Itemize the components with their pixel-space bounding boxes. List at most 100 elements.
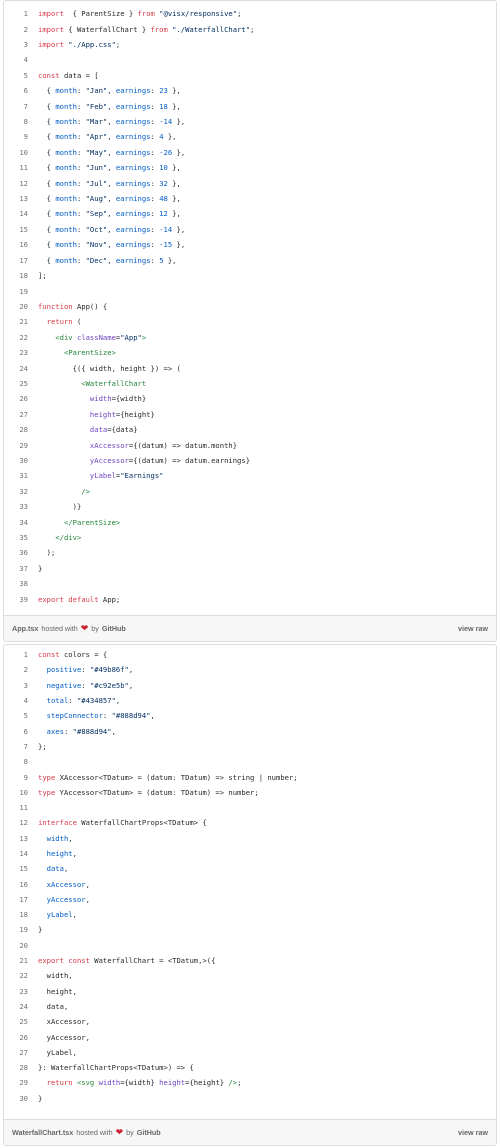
- github-link[interactable]: GitHub: [102, 624, 126, 633]
- line-number[interactable]: 11: [4, 803, 28, 812]
- line-number[interactable]: 39: [4, 595, 28, 604]
- line-number[interactable]: 16: [4, 880, 28, 889]
- line-number[interactable]: 26: [4, 394, 28, 403]
- github-link[interactable]: GitHub: [137, 1128, 161, 1137]
- code-token: },: [167, 163, 181, 173]
- gist-filename-link[interactable]: WaterfallChart.tsx: [12, 1128, 73, 1137]
- line-number[interactable]: 5: [4, 71, 28, 80]
- line-number[interactable]: 14: [4, 209, 28, 218]
- line-number[interactable]: 33: [4, 502, 28, 511]
- line-number[interactable]: 25: [4, 1017, 28, 1026]
- line-number[interactable]: 8: [4, 117, 28, 126]
- line-number[interactable]: 26: [4, 1033, 28, 1042]
- line-number[interactable]: 3: [4, 681, 28, 690]
- line-number[interactable]: 37: [4, 564, 28, 573]
- code-token: earnings: [115, 163, 151, 173]
- line-number[interactable]: 18: [4, 271, 28, 280]
- code-token: month: [55, 86, 77, 96]
- line-code: )}: [28, 502, 82, 511]
- line-code: total: "#434857",: [28, 696, 121, 705]
- line-number[interactable]: 30: [4, 456, 28, 465]
- line-number[interactable]: 24: [4, 1002, 28, 1011]
- code-token: :: [76, 240, 86, 250]
- code-token: 23: [159, 86, 168, 96]
- line-code: const colors = {: [28, 650, 107, 659]
- line-number[interactable]: 36: [4, 548, 28, 557]
- line-number[interactable]: 27: [4, 410, 28, 419]
- line-number[interactable]: 13: [4, 834, 28, 843]
- line-number[interactable]: 6: [4, 86, 28, 95]
- line-number[interactable]: 7: [4, 742, 28, 751]
- line-number[interactable]: 19: [4, 287, 28, 296]
- line-number[interactable]: 5: [4, 711, 28, 720]
- code-block: 1 import { ParentSize } from "@visx/respo…: [4, 1, 496, 607]
- line-number[interactable]: 2: [4, 665, 28, 674]
- code-token: xAccessor,: [38, 1017, 90, 1027]
- gist-filename-link[interactable]: App.tsx: [12, 624, 38, 633]
- code-token: YAccessor<TDatum> = (datum: TDatum) => n…: [55, 787, 259, 797]
- line-number[interactable]: 30: [4, 1094, 28, 1103]
- line-number[interactable]: 15: [4, 864, 28, 873]
- gist-app-tsx: 1 import { ParentSize } from "@visx/respo…: [3, 0, 497, 642]
- line-number[interactable]: 9: [4, 773, 28, 782]
- line-number[interactable]: 29: [4, 441, 28, 450]
- line-number[interactable]: 22: [4, 333, 28, 342]
- line-number[interactable]: 11: [4, 163, 28, 172]
- line-number[interactable]: 7: [4, 102, 28, 111]
- line-number[interactable]: 10: [4, 148, 28, 157]
- line-number[interactable]: 12: [4, 179, 28, 188]
- code-token: :: [81, 665, 90, 675]
- line-number[interactable]: 12: [4, 818, 28, 827]
- code-line: 14 { month: "Sep", earnings: 12 },: [4, 206, 496, 221]
- line-number[interactable]: 17: [4, 895, 28, 904]
- code-token: month: [55, 101, 77, 111]
- line-number[interactable]: 15: [4, 225, 28, 234]
- line-number[interactable]: 9: [4, 132, 28, 141]
- code-token: yAccessor,: [38, 1032, 90, 1042]
- line-number[interactable]: 32: [4, 487, 28, 496]
- line-number[interactable]: 13: [4, 194, 28, 203]
- line-number[interactable]: 4: [4, 55, 28, 64]
- line-number[interactable]: 31: [4, 471, 28, 480]
- view-raw-link[interactable]: view raw: [458, 624, 488, 633]
- line-number[interactable]: 6: [4, 727, 28, 736]
- code-token: XAccessor<TDatum> = (datum: TDatum) => s…: [55, 772, 298, 782]
- line-number[interactable]: 20: [4, 941, 28, 950]
- code-token: },: [167, 194, 181, 204]
- line-number[interactable]: 23: [4, 348, 28, 357]
- line-code: { month: "Jul", earnings: 32 },: [28, 179, 181, 188]
- line-number[interactable]: 18: [4, 910, 28, 919]
- code-line: 13 width,: [4, 831, 496, 846]
- heart-icon: ❤: [80, 623, 89, 633]
- line-number[interactable]: 29: [4, 1078, 28, 1087]
- code-token: :: [76, 178, 86, 188]
- code-token: -14: [159, 117, 173, 127]
- line-number[interactable]: 19: [4, 925, 28, 934]
- line-number[interactable]: 4: [4, 696, 28, 705]
- line-number[interactable]: 28: [4, 1063, 28, 1072]
- line-number[interactable]: 34: [4, 518, 28, 527]
- line-number[interactable]: 25: [4, 379, 28, 388]
- line-number[interactable]: 10: [4, 788, 28, 797]
- line-number[interactable]: 38: [4, 579, 28, 588]
- line-number[interactable]: 24: [4, 364, 28, 373]
- line-number[interactable]: 28: [4, 425, 28, 434]
- code-token: {: [38, 132, 56, 142]
- line-number[interactable]: 14: [4, 849, 28, 858]
- line-number[interactable]: 1: [4, 9, 28, 18]
- line-number[interactable]: 21: [4, 317, 28, 326]
- line-number[interactable]: 8: [4, 757, 28, 766]
- line-number[interactable]: 17: [4, 256, 28, 265]
- line-number[interactable]: 35: [4, 533, 28, 542]
- code-token: "#c92e5b": [89, 680, 129, 690]
- line-number[interactable]: 1: [4, 650, 28, 659]
- line-number[interactable]: 16: [4, 240, 28, 249]
- line-number[interactable]: 27: [4, 1048, 28, 1057]
- line-number[interactable]: 22: [4, 971, 28, 980]
- line-number[interactable]: 23: [4, 987, 28, 996]
- line-number[interactable]: 20: [4, 302, 28, 311]
- line-number[interactable]: 2: [4, 25, 28, 34]
- line-number[interactable]: 21: [4, 956, 28, 965]
- view-raw-link[interactable]: view raw: [458, 1128, 488, 1137]
- line-number[interactable]: 3: [4, 40, 28, 49]
